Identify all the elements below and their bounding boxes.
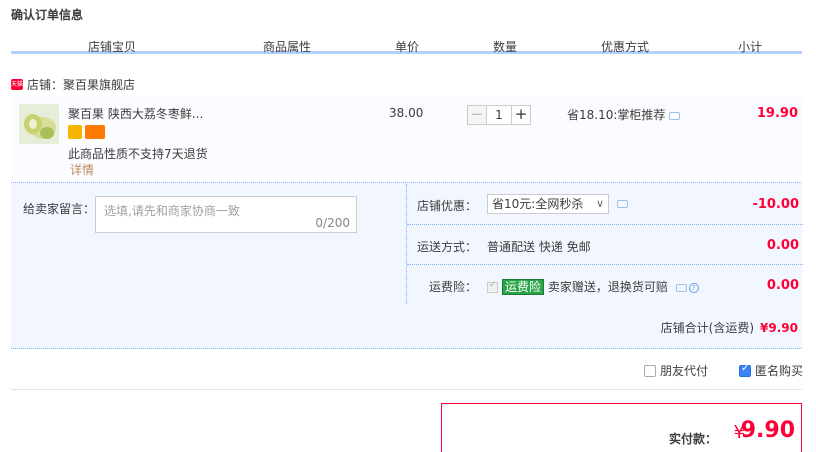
help-icon[interactable]: ? [688,282,699,293]
anonymous-checkbox[interactable] [739,363,751,377]
service-badge-icon [68,125,82,139]
return-policy-text: 此商品性质不支持7天退货 [68,147,208,161]
friend-pay-option[interactable]: 朋友代付 [644,362,708,379]
message-label: 给卖家留言： [23,202,96,216]
payment-amount: 9.90 [740,418,795,443]
payment-box: 实付款： ¥ 9.90 [441,403,802,452]
shop-total-amount: ¥9.90 [760,321,798,335]
shop-badge-icon: 天猫 [11,78,24,90]
discount-row: 店铺优惠： 省10元:全网秒杀 ∨ -10.00 [407,184,803,224]
shipping-row: 运送方式： 普通配送 快递 免邮 0.00 [407,224,803,264]
shop-summary-panel: 店铺优惠： 省10元:全网秒杀 ∨ -10.00 运送方式： 普通配送 快递 免… [406,184,803,304]
quantity-plus-button[interactable]: + [511,105,531,125]
shop-total-label: 店铺合计(含运费) [660,321,755,335]
discount-amount: -10.00 [752,197,799,212]
message-char-count: 0/200 [315,216,350,230]
unit-price: 38.00 [389,106,424,120]
insurance-note: 卖家赠送，退换货可赔 [547,280,668,294]
insurance-label: 运费险： [428,280,477,294]
payment-label: 实付款： [668,432,717,446]
shipping-amount: 0.00 [766,238,799,253]
friend-pay-label: 朋友代付 [660,364,709,378]
discount-label: 店铺优惠： [416,199,477,213]
chevron-down-icon: ∨ [595,197,604,210]
chat-icon[interactable] [617,200,628,208]
shipping-method: 普通配送 快递 免邮 [487,240,591,254]
discount-select[interactable]: 省10元:全网秒杀 ∨ [487,194,609,214]
chat-icon[interactable] [669,111,681,120]
quantity-minus-button[interactable]: − [467,105,487,125]
friend-pay-checkbox[interactable] [644,364,656,377]
anonymous-label: 匿名购买 [755,364,804,378]
anonymous-option[interactable]: 匿名购买 [739,362,803,379]
item-subtotal: 19.90 [756,106,798,121]
item-row: 聚百果 陕西大荔冬枣鲜... 此商品性质不支持7天退货 详情 38.00 − 1… [11,97,802,183]
column-header-quantity: 数量 [493,40,518,54]
page-title: 确认订单信息 [11,8,84,22]
column-header-unit-price: 单价 [395,40,420,54]
divider [11,389,802,390]
insurance-checkbox [487,280,498,293]
quantity-input[interactable]: 1 [487,105,511,125]
column-header-row: 店铺宝贝 商品属性 单价 数量 优惠方式 小计 [11,34,802,54]
quantity-stepper: − 1 + [467,105,531,125]
column-header-attributes: 商品属性 [263,40,312,54]
message-input[interactable]: 选填,请先和商家协商一致 0/200 [95,196,357,233]
item-title-link[interactable]: 聚百果 陕西大荔冬枣鲜... [68,105,203,122]
insurance-tag: 运费险 [502,279,545,295]
promotion-text: 省18.10:掌柜推荐 [567,108,666,122]
message-placeholder: 选填,请先和商家协商一致 [104,204,240,218]
discount-selected: 省10元:全网秒杀 [492,197,584,211]
detail-link[interactable]: 详情 [70,161,94,178]
item-service-icons [68,125,105,139]
card-badge-icon [85,125,105,139]
order-box: 聚百果 陕西大荔冬枣鲜... 此商品性质不支持7天退货 详情 38.00 − 1… [11,97,803,349]
column-header-promotion: 优惠方式 [601,40,650,54]
chat-icon[interactable] [675,283,687,292]
insurance-value: 运费险 卖家赠送，退换货可赔 ? [487,278,699,295]
column-header-item: 店铺宝贝 [88,40,137,54]
shop-line: 天猫 店铺：聚百果旗舰店 [11,76,135,92]
shop-total: 店铺合计(含运费) ¥9.90 [661,319,798,336]
insurance-amount: 0.00 [766,278,799,293]
shipping-label: 运送方式： [416,240,477,254]
promotion: 省18.10:掌柜推荐 [567,106,681,123]
insurance-row: 运费险： 运费险 卖家赠送，退换货可赔 ? 0.00 [407,264,803,304]
shop-name-link[interactable]: 店铺：聚百果旗舰店 [27,76,135,93]
column-header-subtotal: 小计 [738,40,763,54]
item-thumbnail[interactable] [19,104,59,144]
